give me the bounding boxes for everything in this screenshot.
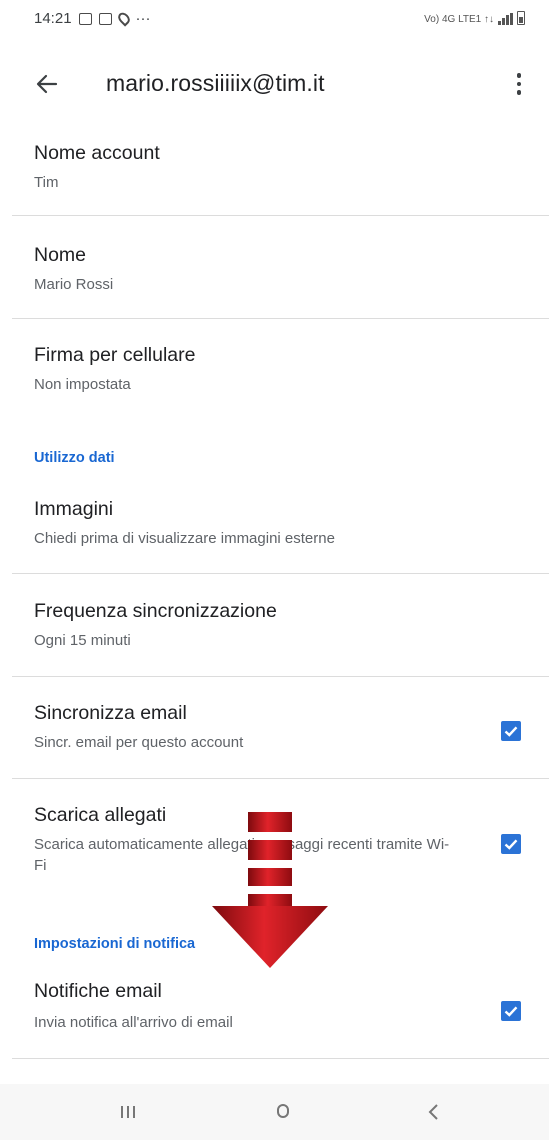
section-header-data-usage: Utilizzo dati: [34, 450, 115, 466]
recents-button[interactable]: [99, 1094, 159, 1130]
setting-name[interactable]: Nome Mario Rossi: [0, 232, 549, 318]
checkbox-checked-icon: [504, 726, 518, 737]
system-back-button[interactable]: [404, 1094, 464, 1130]
home-icon: [277, 1104, 289, 1118]
setting-title: Immagini: [34, 498, 114, 520]
setting-title: Notifiche email: [34, 980, 162, 1002]
setting-account-name[interactable]: Nome account Tim: [0, 130, 549, 216]
divider: [12, 318, 549, 319]
checkbox-checked-icon: [504, 1006, 518, 1017]
gallery-notification-icon: [78, 12, 92, 25]
back-button[interactable]: [30, 66, 66, 102]
setting-title: Sincronizza email: [34, 702, 187, 724]
setting-images[interactable]: Immagini Chiedi prima di visualizzare im…: [0, 488, 549, 574]
more-vert-icon: [516, 73, 522, 78]
setting-email-notifications[interactable]: Notifiche email Invia notifica all'arriv…: [0, 970, 549, 1056]
overflow-menu-button[interactable]: [507, 66, 531, 102]
sync-email-checkbox[interactable]: [501, 721, 521, 741]
app-bar: mario.rossiiiiix@tim.it: [0, 52, 549, 116]
signal-icon: [498, 13, 513, 25]
status-bar: 14:21 ··· Vo) 4G LTE1 ↑↓: [0, 0, 549, 36]
setting-title: Scarica allegati: [34, 804, 167, 826]
divider: [12, 1058, 549, 1059]
battery-icon: [517, 11, 525, 25]
arrow-left-icon: [36, 74, 58, 94]
setting-sync-frequency[interactable]: Frequenza sincronizzazione Ogni 15 minut…: [0, 590, 549, 676]
setting-subtitle: Chiedi prima di visualizzare immagini es…: [34, 530, 335, 547]
status-left: 14:21 ···: [34, 10, 151, 27]
setting-title: Nome account: [34, 142, 160, 164]
setting-subtitle: Non impostata: [34, 376, 131, 393]
home-button[interactable]: [254, 1094, 314, 1130]
chevron-left-icon: [428, 1104, 438, 1120]
status-right: Vo) 4G LTE1 ↑↓: [424, 11, 525, 25]
location-icon: [115, 10, 132, 27]
more-notifications-dots: ···: [135, 10, 151, 27]
setting-subtitle: Invia notifica all'arrivo di email: [34, 1014, 233, 1031]
status-time: 14:21: [34, 10, 72, 27]
setting-subtitle: Mario Rossi: [34, 276, 114, 293]
divider: [12, 676, 549, 677]
section-header-notifications: Impostazioni di notifica: [34, 936, 196, 952]
setting-title: Frequenza sincronizzazione: [34, 600, 277, 622]
setting-mobile-signature[interactable]: Firma per cellulare Non impostata: [0, 334, 549, 414]
system-navigation-bar: [0, 1084, 549, 1140]
email-notifications-checkbox[interactable]: [501, 1001, 521, 1021]
setting-title: Firma per cellulare: [34, 344, 196, 366]
setting-title: Nome: [34, 244, 87, 266]
download-attachments-checkbox[interactable]: [501, 834, 521, 854]
divider: [12, 573, 549, 574]
checkbox-checked-icon: [504, 839, 518, 850]
setting-subtitle: Ogni 15 minuti: [34, 632, 131, 649]
red-down-arrow-icon: [212, 812, 328, 968]
image-notification-icon: [98, 12, 112, 25]
setting-subtitle: Sincr. email per questo account: [34, 734, 244, 751]
divider: [12, 215, 549, 216]
account-email-title: mario.rossiiiiix@tim.it: [106, 70, 325, 96]
setting-subtitle: Tim: [34, 174, 59, 191]
network-indicator: Vo) 4G LTE1 ↑↓: [424, 14, 494, 25]
divider: [12, 778, 549, 779]
setting-sync-email[interactable]: Sincronizza email Sincr. email per quest…: [0, 692, 549, 778]
